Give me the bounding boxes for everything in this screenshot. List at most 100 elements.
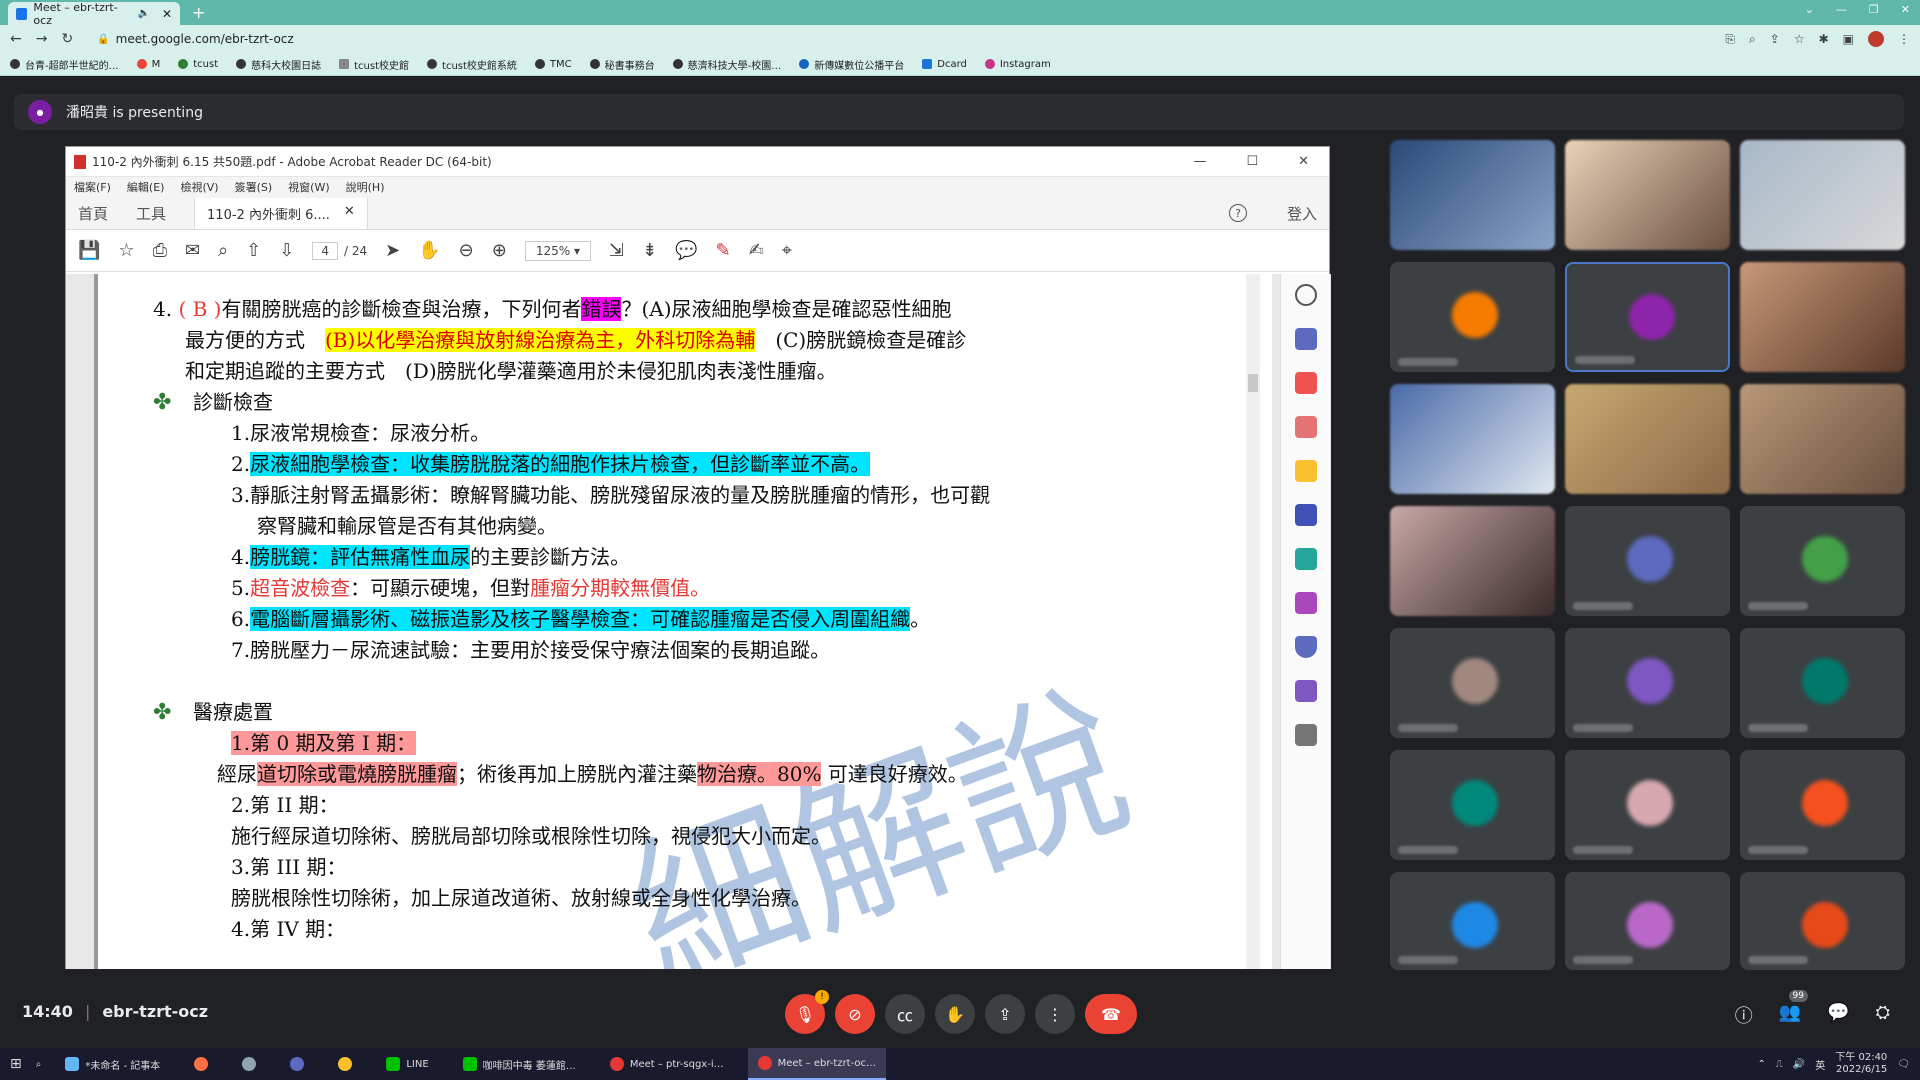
- zoom-icon[interactable]: ⌕: [1749, 32, 1756, 47]
- participant-tile[interactable]: [1740, 262, 1905, 372]
- sign-icon[interactable]: ✍: [749, 240, 764, 261]
- participant-tile[interactable]: [1740, 140, 1905, 250]
- search-icon[interactable]: ⌕: [218, 240, 228, 261]
- bookmark-item[interactable]: TMC: [534, 59, 572, 70]
- zoom-in-icon[interactable]: ⊕: [492, 240, 507, 261]
- participant-tile[interactable]: [1565, 872, 1730, 970]
- participant-tile-speaking[interactable]: [1565, 262, 1730, 372]
- forward-icon[interactable]: →: [36, 31, 48, 47]
- zoom-tool-icon[interactable]: [1294, 284, 1317, 306]
- bookmark-item[interactable]: 慈濟科技大學-校園…: [672, 57, 781, 72]
- organize-pages-icon[interactable]: [1294, 372, 1317, 394]
- scan-ocr-icon[interactable]: [1294, 548, 1317, 570]
- page-number-input[interactable]: 4: [312, 241, 338, 260]
- combine-files-icon[interactable]: [1294, 504, 1317, 526]
- participant-tile[interactable]: [1565, 506, 1730, 616]
- bookmark-item[interactable]: 台青-超郎半世紀的…: [10, 57, 119, 72]
- export-pdf-icon[interactable]: [1294, 416, 1317, 438]
- menu-sign[interactable]: 簽署(S): [235, 179, 273, 195]
- taskbar-item-line[interactable]: LINE: [376, 1048, 438, 1080]
- close-button[interactable]: ✕: [1298, 154, 1309, 169]
- participant-tile[interactable]: [1390, 140, 1555, 250]
- participant-tile[interactable]: [1740, 384, 1905, 494]
- scroll-mode-icon[interactable]: ⇟: [642, 240, 657, 261]
- mic-off-button[interactable]: 🎙!: [785, 990, 829, 1034]
- reload-icon[interactable]: ↻: [61, 31, 73, 47]
- bookmark-item[interactable]: 新傳媒數位公播平台: [799, 57, 904, 72]
- tab-home[interactable]: 首頁: [78, 203, 108, 224]
- participant-tile[interactable]: [1740, 506, 1905, 616]
- speaker-icon[interactable]: 🔈: [137, 8, 149, 19]
- back-icon[interactable]: ←: [10, 31, 22, 47]
- select-cursor-icon[interactable]: ➤: [385, 240, 400, 261]
- close-tab-icon[interactable]: ✕: [162, 7, 172, 21]
- maximize-button[interactable]: ☐: [1246, 154, 1258, 169]
- taskbar-item-meet-active[interactable]: Meet – ebr-tzrt-oc…: [747, 1048, 887, 1080]
- zoom-out-icon[interactable]: ⊖: [459, 240, 474, 261]
- browser-tab-meet[interactable]: Meet – ebr-tzrt-ocz 🔈 ✕: [8, 1, 180, 27]
- people-icon[interactable]: 👥: [1779, 1002, 1801, 1028]
- participant-tile[interactable]: [1565, 384, 1730, 494]
- participant-tile[interactable]: [1565, 140, 1730, 250]
- bookmark-item[interactable]: 慈科大校園日誌: [236, 57, 321, 72]
- chat-icon[interactable]: 💬: [1827, 1002, 1849, 1028]
- print-icon[interactable]: ⎙: [153, 240, 167, 261]
- hand-tool-icon[interactable]: ✋: [418, 240, 440, 261]
- menu-file[interactable]: 檔案(F): [74, 179, 111, 195]
- participant-tile[interactable]: [1390, 872, 1555, 970]
- tab-document[interactable]: 110-2 內外衝刺 6.... ✕: [194, 197, 368, 229]
- bookmark-star-icon[interactable]: ☆: [1794, 32, 1805, 46]
- more-menu-icon[interactable]: ⋮: [1898, 32, 1910, 46]
- tab-tools[interactable]: 工具: [136, 203, 166, 224]
- windows-start-icon[interactable]: ⊞: [10, 1056, 22, 1072]
- language-indicator[interactable]: 英: [1815, 1057, 1825, 1072]
- create-pdf-icon[interactable]: [1294, 328, 1317, 350]
- network-icon[interactable]: ⎍: [1776, 1059, 1783, 1070]
- bookmark-item[interactable]: M: [136, 59, 160, 70]
- info-icon[interactable]: ⓘ: [1735, 1002, 1753, 1028]
- sign-in-link[interactable]: 登入: [1287, 203, 1317, 224]
- scrollbar-thumb[interactable]: [1248, 374, 1258, 392]
- close-doc-tab-icon[interactable]: ✕: [344, 204, 355, 223]
- next-page-icon[interactable]: ⇩: [279, 240, 294, 261]
- bookmark-item[interactable]: Dcard: [922, 59, 967, 70]
- menu-edit[interactable]: 編輯(E): [127, 179, 165, 195]
- close-window-button[interactable]: ✕: [1901, 3, 1910, 16]
- participant-tile[interactable]: [1390, 262, 1555, 372]
- star-icon[interactable]: ☆: [118, 240, 134, 261]
- stamp-icon[interactable]: ⌖: [782, 240, 792, 261]
- participant-tile[interactable]: [1565, 750, 1730, 860]
- camera-off-button[interactable]: ⊘: [835, 994, 875, 1034]
- captions-button[interactable]: ㏄: [885, 994, 925, 1034]
- volume-icon[interactable]: 🔊: [1793, 1059, 1805, 1070]
- protect-icon[interactable]: [1294, 636, 1317, 658]
- zoom-select[interactable]: 125% ▾: [524, 240, 591, 261]
- taskbar-item-app[interactable]: [280, 1048, 314, 1080]
- comment-tool-icon[interactable]: [1294, 460, 1317, 482]
- taskbar-item-app[interactable]: [232, 1048, 266, 1080]
- bookmark-item[interactable]: tcust: [178, 59, 218, 70]
- help-icon[interactable]: ?: [1228, 204, 1247, 222]
- participant-tile[interactable]: [1390, 384, 1555, 494]
- participant-tile[interactable]: [1390, 628, 1555, 738]
- bookmark-item[interactable]: 秘書事務台: [589, 57, 655, 72]
- tab-search-icon[interactable]: ⌄: [1805, 3, 1814, 16]
- tray-expand-icon[interactable]: ⌃: [1757, 1059, 1765, 1070]
- sidepanel-icon[interactable]: ▣: [1843, 32, 1854, 46]
- save-icon[interactable]: 💾: [78, 240, 100, 261]
- taskbar-item-line-chat[interactable]: 咖啡因中毒 萎蓮館…: [453, 1048, 586, 1080]
- edit-pdf-icon[interactable]: [1294, 680, 1317, 702]
- fit-page-icon[interactable]: ⇲: [609, 240, 624, 261]
- participant-tile[interactable]: [1565, 628, 1730, 738]
- url-field[interactable]: 🔒 meet.google.com/ebr-tzrt-ocz: [97, 32, 293, 46]
- profile-avatar[interactable]: [1868, 31, 1884, 47]
- minimize-button[interactable]: —: [1193, 154, 1206, 169]
- bookmark-item[interactable]: Instagram: [984, 59, 1051, 70]
- raise-hand-button[interactable]: ✋: [935, 994, 975, 1034]
- taskbar-item-notepad[interactable]: *未命名 - 記事本: [55, 1048, 170, 1080]
- comment-icon[interactable]: 💬: [675, 240, 697, 261]
- taskbar-item-meet[interactable]: Meet – ptr-sqgx-i…: [600, 1048, 734, 1080]
- clock[interactable]: 下午 02:40 2022/6/15: [1835, 1052, 1887, 1076]
- participant-tile[interactable]: [1740, 628, 1905, 738]
- participant-tile[interactable]: [1740, 872, 1905, 970]
